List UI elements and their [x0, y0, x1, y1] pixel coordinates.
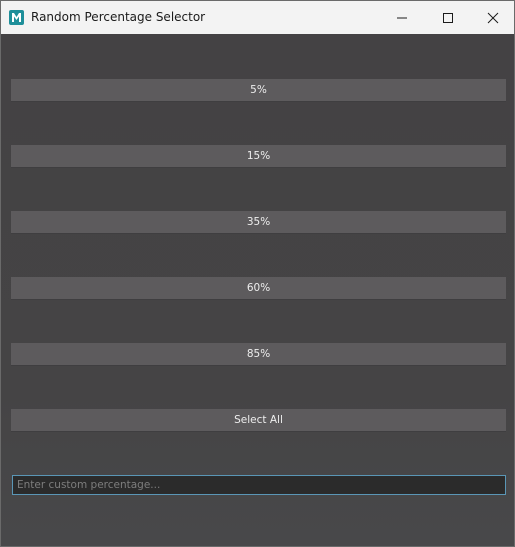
maya-m-icon: [9, 10, 24, 25]
percent-15-button[interactable]: 15%: [11, 145, 506, 168]
window-title: Random Percentage Selector: [31, 10, 206, 24]
percent-85-button[interactable]: 85%: [11, 343, 506, 366]
select-all-button[interactable]: Select All: [11, 409, 506, 432]
percent-5-button[interactable]: 5%: [11, 79, 506, 102]
percent-60-button[interactable]: 60%: [11, 277, 506, 300]
percent-35-button[interactable]: 35%: [11, 211, 506, 234]
custom-percentage-input[interactable]: [12, 475, 506, 495]
content-area: 5% 15% 35% 60% 85% Select All: [1, 34, 514, 546]
maximize-button[interactable]: [425, 1, 471, 34]
title-bar[interactable]: Random Percentage Selector: [1, 1, 514, 34]
close-icon: [487, 12, 499, 23]
maximize-icon: [443, 12, 453, 23]
close-button[interactable]: [470, 1, 514, 34]
minimize-icon: [397, 17, 407, 18]
app-window: Random Percentage Selector 5% 15% 35% 60…: [0, 0, 515, 547]
minimize-button[interactable]: [379, 1, 425, 34]
